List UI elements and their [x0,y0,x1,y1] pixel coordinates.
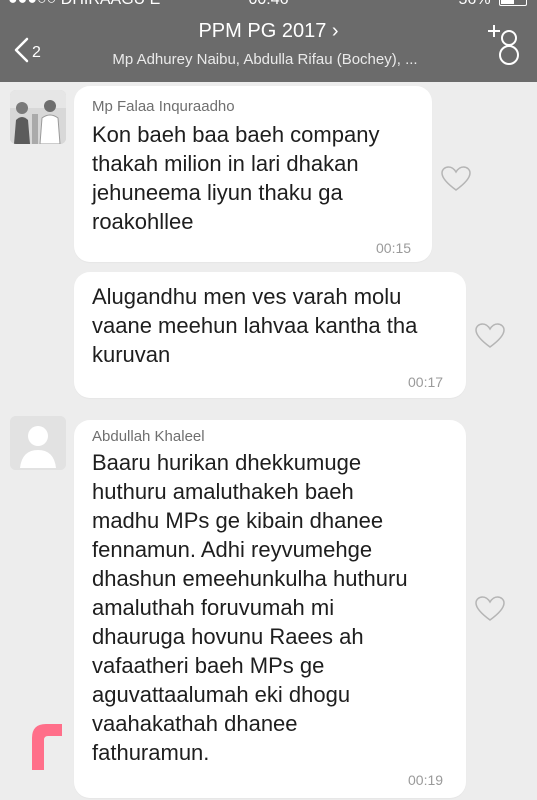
add-member-button[interactable] [481,24,523,66]
message-line: dhauruga hovunu Raees ah [92,624,364,649]
message-line: fennamun. Adhi reyvumehge [92,537,373,562]
heart-outline-icon [475,596,505,621]
message-line: fathuramun. [92,740,210,765]
person-silhouette-icon [10,416,66,470]
watermark-logo-icon [32,724,62,770]
message-list[interactable]: Mp Falaa Inquraadho Mp Falaa Inquraadho … [0,82,537,800]
avatar[interactable] [10,416,66,470]
message-line: aguvattaalumah eki dhogu [92,682,351,707]
watermark-logo [26,720,66,772]
message-line: roakohllee [92,209,194,234]
message-timestamp: 00:15 [376,240,412,256]
chat-title[interactable]: PPM PG 2017 › [0,20,537,43]
battery-indicator: 56% [459,0,527,9]
message-line: madhu MPs ge kibain dhanee [92,508,384,533]
message-line: Baaru hurikan dhekkumuge [92,450,362,475]
message-line: vaane meehun lahvaa kantha tha [92,313,418,338]
clock: 00:46 [0,0,537,9]
message-line: Alugandhu men ves varah molu [92,284,402,309]
message-timestamp: 00:19 [408,772,444,788]
group-photo-avatar [10,90,66,144]
battery-fill [501,0,515,4]
message-sender-label[interactable]: Abdullah Khaleel [92,428,205,445]
avatar[interactable] [10,90,66,144]
message-line: vafaatheri baeh MPs ge [92,653,325,678]
chat-members-subtitle[interactable]: Mp Adhurey Naibu, Abdulla Rifau (Bochey)… [60,51,470,68]
message-text: Kon baeh baa baeh company thakah milion … [92,120,432,236]
message-line: thakah milion in lari dhakan [92,151,359,176]
message-text: Baaru hurikan dhekkumuge huthuru amaluth… [92,448,464,767]
message-line: dhashun emeehunkulha huthuru [92,566,408,591]
message-line: vaahakathah dhanee [92,711,298,736]
message-line: kuruvan [92,342,171,367]
back-unread-count: 2 [32,44,41,61]
status-bar: ●●●○○ DHIRAAGU E 00:46 56% [0,0,537,9]
like-button[interactable] [475,323,505,349]
add-person-icon [488,25,519,65]
chat-header: ●●●○○ DHIRAAGU E 00:46 56% 2 PPM PG 2017… [0,0,537,82]
heart-outline-icon [441,166,471,191]
battery-percent: 56% [459,0,491,8]
message-text: Alugandhu men ves varah molu vaane meehu… [92,282,464,369]
message-line: amaluthah foruvumah mi [92,595,335,620]
like-button[interactable] [475,596,505,622]
message-sender-label[interactable]: Mp Falaa Inquraadho [92,98,235,115]
message-line: jehuneema liyun thaku ga [92,180,343,205]
heart-outline-icon [475,323,505,348]
message-line: Kon baeh baa baeh company [92,122,380,147]
message-timestamp: 00:17 [408,374,444,390]
battery-icon [499,0,527,6]
message-line: huthuru amaluthakeh baeh [92,479,354,504]
like-button[interactable] [441,166,471,192]
